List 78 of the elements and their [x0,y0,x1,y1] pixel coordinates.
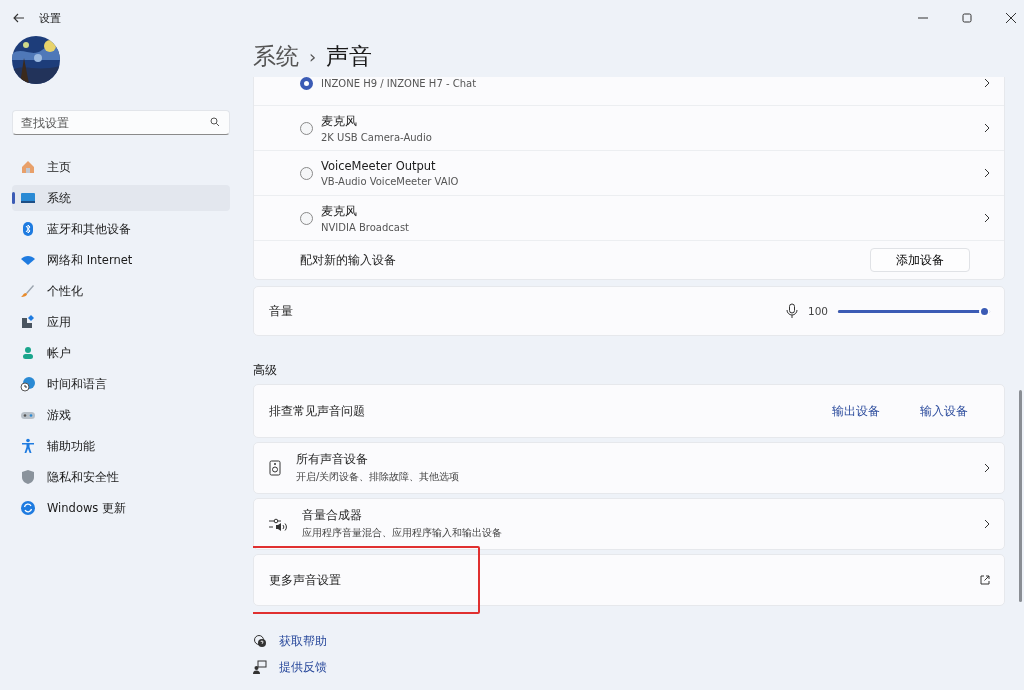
person-icon [20,345,36,361]
shield-icon [20,469,36,485]
device-subtitle: VB-Audio VoiceMeeter VAIO [321,176,460,187]
external-link-icon [980,575,990,585]
back-icon[interactable] [13,13,25,23]
troubleshoot-link[interactable]: 输出设备 [832,403,880,419]
nav-item[interactable]: 应用 [12,309,230,335]
settings-row[interactable]: 更多声音设置 [253,554,1005,606]
row-title: 更多声音设置 [269,572,341,588]
monitor-icon [20,190,36,206]
bluetooth-icon [20,221,36,237]
clock-globe-icon [20,376,36,392]
chevron-icon [984,123,990,133]
troubleshoot-link[interactable]: 输入设备 [920,403,968,419]
settings-row[interactable]: 所有声音设备 开启/关闭设备、排除故障、其他选项 [253,442,1005,494]
chevron-icon [984,463,990,473]
pair-label: 配对新的输入设备 [300,252,396,268]
device-name: 麦克风 [321,113,358,129]
device-row[interactable]: 麦克风 NVIDIA Broadcast [254,196,1004,241]
nav-item[interactable]: 系统 [12,185,230,211]
help-link[interactable]: 提供反馈 [279,659,327,675]
help-icon [253,634,267,648]
search-field[interactable]: 查找设置 [12,110,230,135]
speaker-icon [269,460,281,476]
apps-icon [20,314,36,330]
help-link[interactable]: 获取帮助 [279,633,327,649]
close-icon[interactable] [1006,13,1016,23]
radio-button[interactable] [300,77,313,90]
nav-item[interactable]: 个性化 [12,278,230,304]
device-row[interactable]: 麦克风 2K USB Camera-Audio [254,106,1004,151]
nav-item[interactable]: 蓝牙和其他设备 [12,216,230,242]
volume-label: 音量 [269,303,293,319]
nav-item[interactable]: 辅助功能 [12,433,230,459]
volume-reading: 100 [807,305,828,317]
feedback-icon [253,660,267,674]
radio-button[interactable] [300,211,313,225]
row-title: 音量合成器 [302,508,363,523]
search-icon [210,117,220,127]
device-subtitle: NVIDIA Broadcast [321,221,411,233]
device-subtitle: 2K USB Camera-Audio [321,131,433,143]
refresh-icon [20,500,36,516]
volume-slider[interactable] [838,305,990,317]
nav-item[interactable]: 主页 [12,154,230,180]
radio-button[interactable] [300,166,313,180]
device-name: 麦克风 [321,203,358,219]
device-name: VoiceMeeter Output [321,159,437,173]
home-icon [20,159,36,175]
accessibility-icon [20,438,36,454]
row-subtitle: 应用程序音量混合、应用程序输入和输出设备 [302,526,502,540]
microphone-icon [785,303,798,319]
window-title: 设置 [39,10,61,26]
page-title: 声音 [326,42,373,71]
nav-item[interactable]: 时间和语言 [12,371,230,397]
breadcrumb-separator: › [309,46,317,67]
nav-item[interactable]: Windows 更新 [12,495,230,521]
chevron-icon [984,78,990,88]
brush-icon [20,283,36,299]
device-row[interactable]: INZONE H9 / INZONE H7 - Chat [254,77,1004,106]
chevron-icon [984,519,990,529]
nav-item[interactable]: 网络和 Internet [12,247,230,273]
mixer-icon [269,517,287,531]
chevron-icon [984,168,990,178]
add-device-button[interactable]: 添加设备 [870,248,970,272]
nav-item[interactable]: 帐户 [12,340,230,366]
device-row[interactable]: VoiceMeeter Output VB-Audio VoiceMeeter VAIO [254,151,1004,196]
breadcrumb-parent[interactable]: 系统 [253,41,299,72]
maximize-icon[interactable] [962,13,972,23]
settings-row[interactable]: 音量合成器 应用程序音量混合、应用程序输入和输出设备 [253,498,1005,550]
row-subtitle: 开启/关闭设备、排除故障、其他选项 [296,470,460,484]
radio-button[interactable] [300,121,313,135]
nav-item[interactable]: 隐私和安全性 [12,464,230,490]
nav-item[interactable]: 游戏 [12,402,230,428]
chevron-icon [984,213,990,223]
scrollbar[interactable] [1019,390,1022,602]
troubleshoot-label: 排查常见声音问题 [269,403,365,419]
device-subtitle: INZONE H9 / INZONE H7 - Chat [321,77,478,89]
row-title: 所有声音设备 [296,452,369,467]
section-heading: 高级 [253,362,278,379]
